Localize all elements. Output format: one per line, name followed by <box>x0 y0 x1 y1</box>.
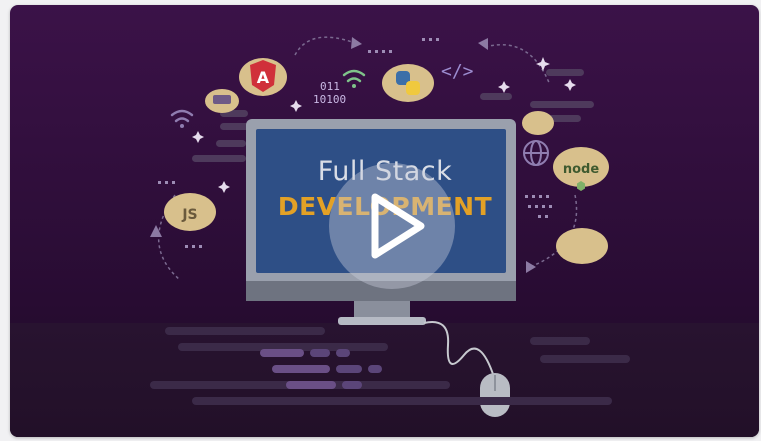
code-tag-icon: </> <box>441 61 474 82</box>
svg-text:JS: JS <box>181 207 197 223</box>
desk-code-lines <box>150 327 630 405</box>
angular-icon: A <box>239 58 287 96</box>
cloud-icon <box>556 228 608 264</box>
wifi-icon <box>342 69 366 83</box>
cloud-server-icon <box>205 89 239 113</box>
arrow-icon <box>351 37 362 49</box>
svg-text:A: A <box>257 68 270 87</box>
monitor-neck <box>354 301 410 319</box>
monitor-foot <box>338 317 426 325</box>
globe-icon <box>523 140 549 166</box>
node-cloud-icon: node <box>553 147 609 191</box>
arrow-icon <box>526 261 536 273</box>
wifi-icon-dot <box>180 124 184 128</box>
wifi-icon <box>170 109 194 123</box>
play-icon <box>371 193 425 259</box>
video-card[interactable]: 011 10100 </> A JS node Full Stack DEVEL… <box>10 5 759 437</box>
mouse-cable <box>423 321 495 378</box>
arrow-icon <box>478 38 488 50</box>
wifi-icon-dot <box>352 84 356 88</box>
cloud-icon <box>522 111 554 135</box>
arrow-icon <box>150 225 162 237</box>
binary-text-bottom: 10100 <box>313 93 346 106</box>
svg-text:node: node <box>563 162 599 177</box>
mouse-icon <box>480 373 510 417</box>
python-cloud-icon <box>382 64 434 102</box>
binary-text-top: 011 <box>320 80 340 93</box>
dashed-arc <box>294 36 356 56</box>
js-cloud-icon: JS <box>164 193 216 231</box>
play-button[interactable] <box>329 163 455 289</box>
